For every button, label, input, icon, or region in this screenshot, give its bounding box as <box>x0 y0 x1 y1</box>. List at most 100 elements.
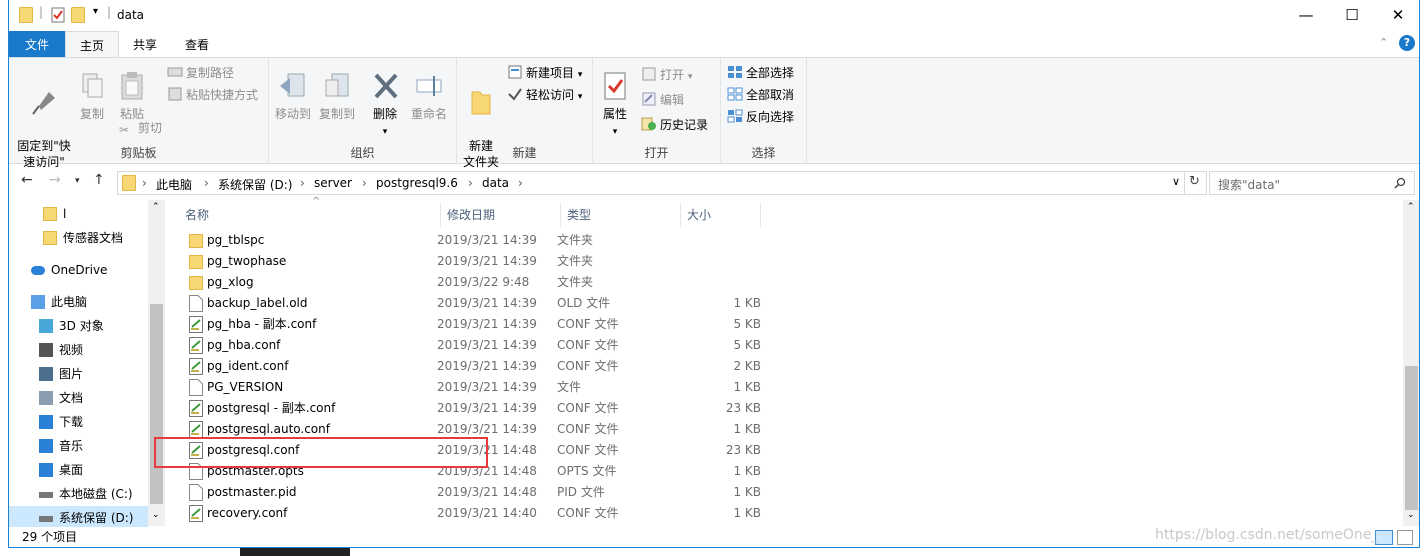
move-to-button[interactable]: 移动到 <box>275 70 311 122</box>
file-scroll-thumb[interactable] <box>1405 366 1418 510</box>
breadcrumb-postgresql[interactable]: postgresql9.6 <box>376 176 458 190</box>
file-row[interactable]: PG_VERSION 2019/3/21 14:39 文件 1 KB <box>187 377 777 398</box>
tab-file[interactable]: 文件 <box>9 31 65 57</box>
edit-button[interactable]: 编辑 <box>641 90 684 110</box>
config-file-icon <box>189 400 203 417</box>
new-item-button[interactable]: 新建项目 ▾ <box>507 63 582 83</box>
paste-button[interactable]: 粘贴 <box>117 70 147 122</box>
rename-icon <box>416 76 442 96</box>
nav-item[interactable]: 文档 <box>9 386 149 410</box>
cut-button[interactable]: ✂ 剪切 <box>119 118 162 138</box>
invert-selection-button[interactable]: 反向选择 <box>727 107 794 127</box>
nav-item[interactable]: 此电脑 <box>9 290 149 314</box>
recent-locations-icon[interactable]: ▾ <box>75 176 80 198</box>
breadcrumb-this-pc[interactable]: 此电脑 <box>156 176 192 193</box>
delete-dropdown-icon[interactable]: ▾ <box>383 127 388 137</box>
select-all-button[interactable]: 全部选择 <box>727 63 794 83</box>
scroll-up-icon[interactable]: ⌃ <box>1407 202 1415 212</box>
nav-item[interactable]: 桌面 <box>9 458 149 482</box>
nav-item[interactable]: l <box>9 202 149 226</box>
history-button[interactable]: 历史记录 <box>641 115 708 135</box>
breadcrumb-drive-d[interactable]: 系统保留 (D:) <box>218 176 292 193</box>
separator: | <box>107 5 112 19</box>
file-icon <box>189 379 203 396</box>
rename-button[interactable]: 重命名 <box>409 70 449 122</box>
nav-item[interactable]: 3D 对象 <box>9 314 149 338</box>
new-folder-quick-icon[interactable] <box>71 7 85 23</box>
open-label: 打开 <box>660 68 685 82</box>
forward-arrow-icon[interactable]: → <box>49 172 61 194</box>
properties-quick-icon[interactable] <box>51 7 65 23</box>
file-row[interactable]: pg_hba.conf 2019/3/21 14:39 CONF 文件 5 KB <box>187 335 777 356</box>
open-icon <box>642 67 656 81</box>
file-list-scrollbar[interactable]: ⌃ ⌄ <box>1403 200 1419 526</box>
breadcrumb-separator: › <box>518 176 523 190</box>
copy-to-button[interactable]: 复制到 <box>319 70 355 122</box>
file-date: 2019/3/21 14:39 <box>437 233 537 247</box>
nav-scrollbar[interactable]: ⌃ ⌄ <box>148 200 165 526</box>
address-bar[interactable]: › 此电脑 › 系统保留 (D:) › server › postgresql9… <box>117 171 1207 195</box>
large-icons-view-icon[interactable] <box>1397 530 1413 545</box>
nav-item[interactable]: 图片 <box>9 362 149 386</box>
nav-item[interactable]: 音乐 <box>9 434 149 458</box>
tab-share[interactable]: 共享 <box>119 31 171 57</box>
drive-icon <box>39 492 53 498</box>
scroll-down-icon[interactable]: ⌄ <box>152 510 160 520</box>
open-button[interactable]: 打开 ▾ <box>641 65 692 85</box>
file-size: 23 KB <box>725 443 761 457</box>
back-arrow-icon[interactable]: ← <box>21 172 33 194</box>
nav-item[interactable]: 视频 <box>9 338 149 362</box>
breadcrumb-separator: › <box>142 176 147 190</box>
group-organize: 移动到 复制到 删除 ▾ 重命名 组织 <box>269 58 457 164</box>
scroll-up-icon[interactable]: ⌃ <box>152 202 160 212</box>
tab-view[interactable]: 查看 <box>171 31 223 57</box>
file-row[interactable]: pg_ident.conf 2019/3/21 14:39 CONF 文件 2 KB <box>187 356 777 377</box>
column-header-name[interactable]: 名称 <box>179 203 441 227</box>
file-date: 2019/3/21 14:40 <box>437 506 537 520</box>
nav-item-label: 图片 <box>59 367 84 381</box>
properties-dropdown-icon[interactable]: ▾ <box>613 127 618 137</box>
breadcrumb-server[interactable]: server <box>314 176 352 190</box>
column-header-date[interactable]: 修改日期 <box>441 203 561 227</box>
refresh-icon[interactable]: ↻ <box>1189 174 1200 189</box>
file-row[interactable]: postmaster.pid 2019/3/21 14:48 PID 文件 1 KB <box>187 482 777 503</box>
file-row[interactable]: pg_twophase 2019/3/21 14:39 文件夹 <box>187 251 777 272</box>
file-name: pg_tblspc <box>207 233 265 247</box>
file-row[interactable]: pg_xlog 2019/3/22 9:48 文件夹 <box>187 272 777 293</box>
file-row[interactable]: backup_label.old 2019/3/21 14:39 OLD 文件 1 K… <box>187 293 777 314</box>
help-icon[interactable]: ? <box>1399 35 1415 51</box>
collapse-ribbon-icon[interactable]: ⌃ <box>1379 36 1388 49</box>
nav-scroll-thumb[interactable] <box>150 304 163 504</box>
easy-access-button[interactable]: 轻松访问 ▾ <box>507 85 582 105</box>
copy-path-icon <box>167 67 183 77</box>
nav-item[interactable]: 下载 <box>9 410 149 434</box>
up-arrow-icon[interactable]: ↑ <box>93 172 105 194</box>
copy-path-button[interactable]: 复制路径 <box>167 63 234 83</box>
column-header-type[interactable]: 类型 <box>561 203 681 227</box>
nav-item[interactable]: 传感器文档 <box>9 226 149 250</box>
divider <box>1184 172 1185 194</box>
file-row[interactable]: postgresql - 副本.conf 2019/3/21 14:39 CONF … <box>187 398 777 419</box>
file-row[interactable]: pg_tblspc 2019/3/21 14:39 文件夹 <box>187 230 777 251</box>
nav-item[interactable]: OneDrive <box>9 258 149 282</box>
customize-quick-access-icon[interactable]: ▾ <box>93 6 98 22</box>
nav-item[interactable]: 本地磁盘 (C:) <box>9 482 149 506</box>
file-row[interactable]: recovery.conf 2019/3/21 14:40 CONF 文件 1 KB <box>187 503 777 524</box>
paste-shortcut-button[interactable]: 粘贴快捷方式 <box>167 85 258 105</box>
column-header-size[interactable]: 大小 <box>681 203 761 227</box>
search-input[interactable]: 搜索"data" <box>1209 171 1415 195</box>
minimize-button[interactable]: — <box>1283 0 1329 30</box>
breadcrumb-data[interactable]: data <box>482 176 509 190</box>
close-button[interactable]: ✕ <box>1375 0 1419 30</box>
select-none-button[interactable]: 全部取消 <box>727 85 794 105</box>
nav-item-label: 3D 对象 <box>59 319 104 333</box>
copy-button[interactable]: 复制 <box>77 70 107 122</box>
properties-button[interactable]: 属性 ▾ <box>599 70 631 140</box>
scroll-down-icon[interactable]: ⌄ <box>1407 510 1415 520</box>
delete-button[interactable]: 删除 ▾ <box>371 70 399 140</box>
address-dropdown-icon[interactable]: ∨ <box>1172 175 1180 188</box>
tab-home[interactable]: 主页 <box>65 31 119 57</box>
search-placeholder: 搜索"data" <box>1218 178 1281 192</box>
file-row[interactable]: pg_hba - 副本.conf 2019/3/21 14:39 CONF 文件 5 … <box>187 314 777 335</box>
maximize-button[interactable]: ☐ <box>1329 0 1375 30</box>
